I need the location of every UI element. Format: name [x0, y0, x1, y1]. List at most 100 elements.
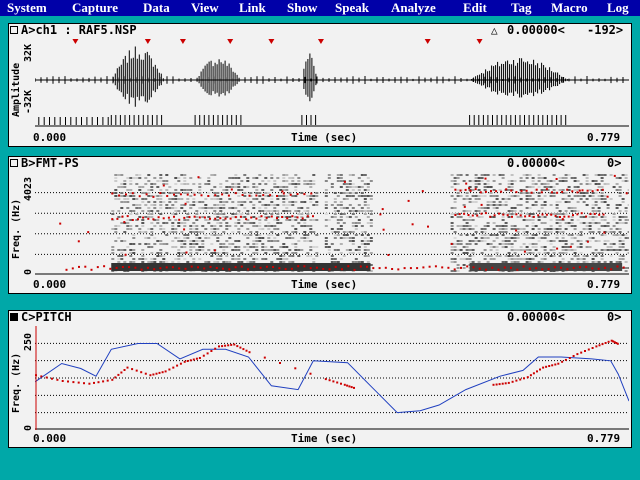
formant-point [134, 266, 137, 269]
menu-link[interactable]: Link [239, 0, 266, 16]
spectrogram-cell [174, 228, 178, 230]
spectrogram-cell [147, 207, 151, 209]
spectrogram-cell [231, 231, 235, 233]
spectrogram-cell [549, 231, 553, 233]
spectrogram-cell [216, 216, 220, 218]
spectrogram-cell [291, 177, 295, 179]
spectrogram-cell [354, 222, 358, 224]
formant-point [260, 215, 263, 218]
spectrogram-cell [366, 255, 370, 257]
formant-point [485, 268, 487, 271]
formant-point [610, 268, 613, 271]
spectrogram-cell [216, 213, 220, 215]
spectrogram-cell [216, 240, 220, 242]
spectrogram-cell [138, 207, 142, 209]
spectrogram-cell [477, 177, 481, 179]
pitch-point [224, 344, 227, 347]
menu-speak[interactable]: Speak [335, 0, 369, 16]
panel-select-checkbox[interactable] [10, 159, 18, 167]
spectrogram-cell [270, 234, 274, 236]
spectrogram-cell [198, 189, 202, 191]
panel-select-checkbox[interactable] [10, 26, 18, 34]
menu-edit[interactable]: Edit [463, 0, 487, 16]
spectrogram-cell [603, 240, 607, 242]
formant-point [472, 266, 475, 269]
spectrogram-cell [288, 261, 292, 263]
spectrogram-cell [282, 246, 286, 248]
spectrogram-cell [300, 249, 304, 251]
spectrogram-cell [561, 246, 565, 248]
spectrogram-cell [288, 177, 292, 179]
waveform-svg [35, 39, 629, 127]
x-axis-label: Time (sec) [291, 278, 358, 291]
menu-analyze[interactable]: Analyze [391, 0, 436, 16]
spectrogram-cell [621, 216, 625, 218]
formant-point [245, 218, 248, 221]
spectrogram-cell [540, 207, 544, 209]
spectrogram-cell [618, 222, 622, 224]
spectrogram-cell [564, 228, 568, 230]
panel-pitch[interactable]: C>PITCH 0.00000< 0> Freq. (Hz) 250 0 0.0… [8, 310, 632, 448]
spectrogram-cell [618, 255, 622, 257]
spectrogram-cell [117, 258, 121, 260]
spectrogram-cell [615, 234, 619, 236]
spectrogram-cell [285, 204, 289, 206]
spectrogram-cell [165, 183, 169, 185]
formant-point [166, 195, 169, 197]
panel-title: A>ch1 : RAF5.NSP [21, 23, 137, 37]
menu-view[interactable]: View [191, 0, 219, 16]
spectrogram-cell [249, 192, 253, 194]
spectrogram-cell [507, 216, 511, 218]
y-bottom-tick: 0 [23, 268, 34, 275]
spectrogram-cell [516, 204, 520, 206]
spectrogram-cell [615, 177, 619, 179]
spectrogram-cell [543, 195, 547, 197]
spectrogram-cell [294, 252, 298, 254]
spectrogram-cell [366, 240, 370, 242]
spectrogram-cell [147, 228, 151, 230]
spectrogram-cell [249, 231, 253, 233]
spectrogram-cell [570, 216, 574, 218]
spectrogram-cell [279, 186, 283, 188]
spectrogram-cell [528, 252, 532, 254]
spectrogram-cell [366, 189, 370, 191]
spectrogram-cell [507, 186, 511, 188]
menu-show[interactable]: Show [287, 0, 317, 16]
panel-waveform[interactable]: A>ch1 : RAF5.NSP △ 0.00000< -192> Amplit… [8, 23, 632, 147]
pitch-point [221, 345, 224, 348]
menu-capture[interactable]: Capture [72, 0, 118, 16]
spectrogram-cell [471, 180, 475, 182]
spectrogram-cell [246, 198, 250, 200]
menu-log[interactable]: Log [607, 0, 629, 16]
spectrogram-cell [225, 246, 229, 248]
menu-system[interactable]: System [7, 0, 47, 16]
spectrogram-cell [312, 198, 316, 200]
menu-macro[interactable]: Macro [551, 0, 588, 16]
spectrogram-cell [519, 246, 523, 248]
spectrogram-cell [219, 183, 223, 185]
spectrogram-cell [363, 198, 367, 200]
spectrogram-plot[interactable] [35, 172, 629, 275]
pitch-point [539, 368, 541, 371]
panel-select-checkbox[interactable] [10, 313, 18, 321]
spectrogram-cell [459, 258, 463, 260]
spectrogram-cell [204, 234, 208, 236]
spectrogram-cell [168, 231, 172, 233]
menu-tag[interactable]: Tag [511, 0, 531, 16]
spectrogram-cell [246, 234, 250, 236]
spectrogram-cell [129, 210, 133, 212]
spectrogram-cell [450, 258, 454, 260]
spectrogram-cell [117, 216, 121, 218]
spectrogram-cell [579, 246, 583, 248]
waveform-plot[interactable] [35, 38, 629, 129]
spectrogram-cell [504, 240, 508, 242]
spectrogram-cell [516, 237, 520, 239]
pitch-plot[interactable] [35, 326, 629, 430]
menu-data[interactable]: Data [143, 0, 170, 16]
pitch-point [324, 378, 327, 381]
panel-formant[interactable]: B>FMT-PS 0.00000< 0> Freq. (Hz) 4023 0 0… [8, 156, 632, 294]
spectrogram-cell [240, 261, 244, 263]
spectrogram-cell [453, 201, 457, 203]
spectrogram-cell [210, 234, 214, 236]
spectrogram-cell [222, 231, 226, 233]
